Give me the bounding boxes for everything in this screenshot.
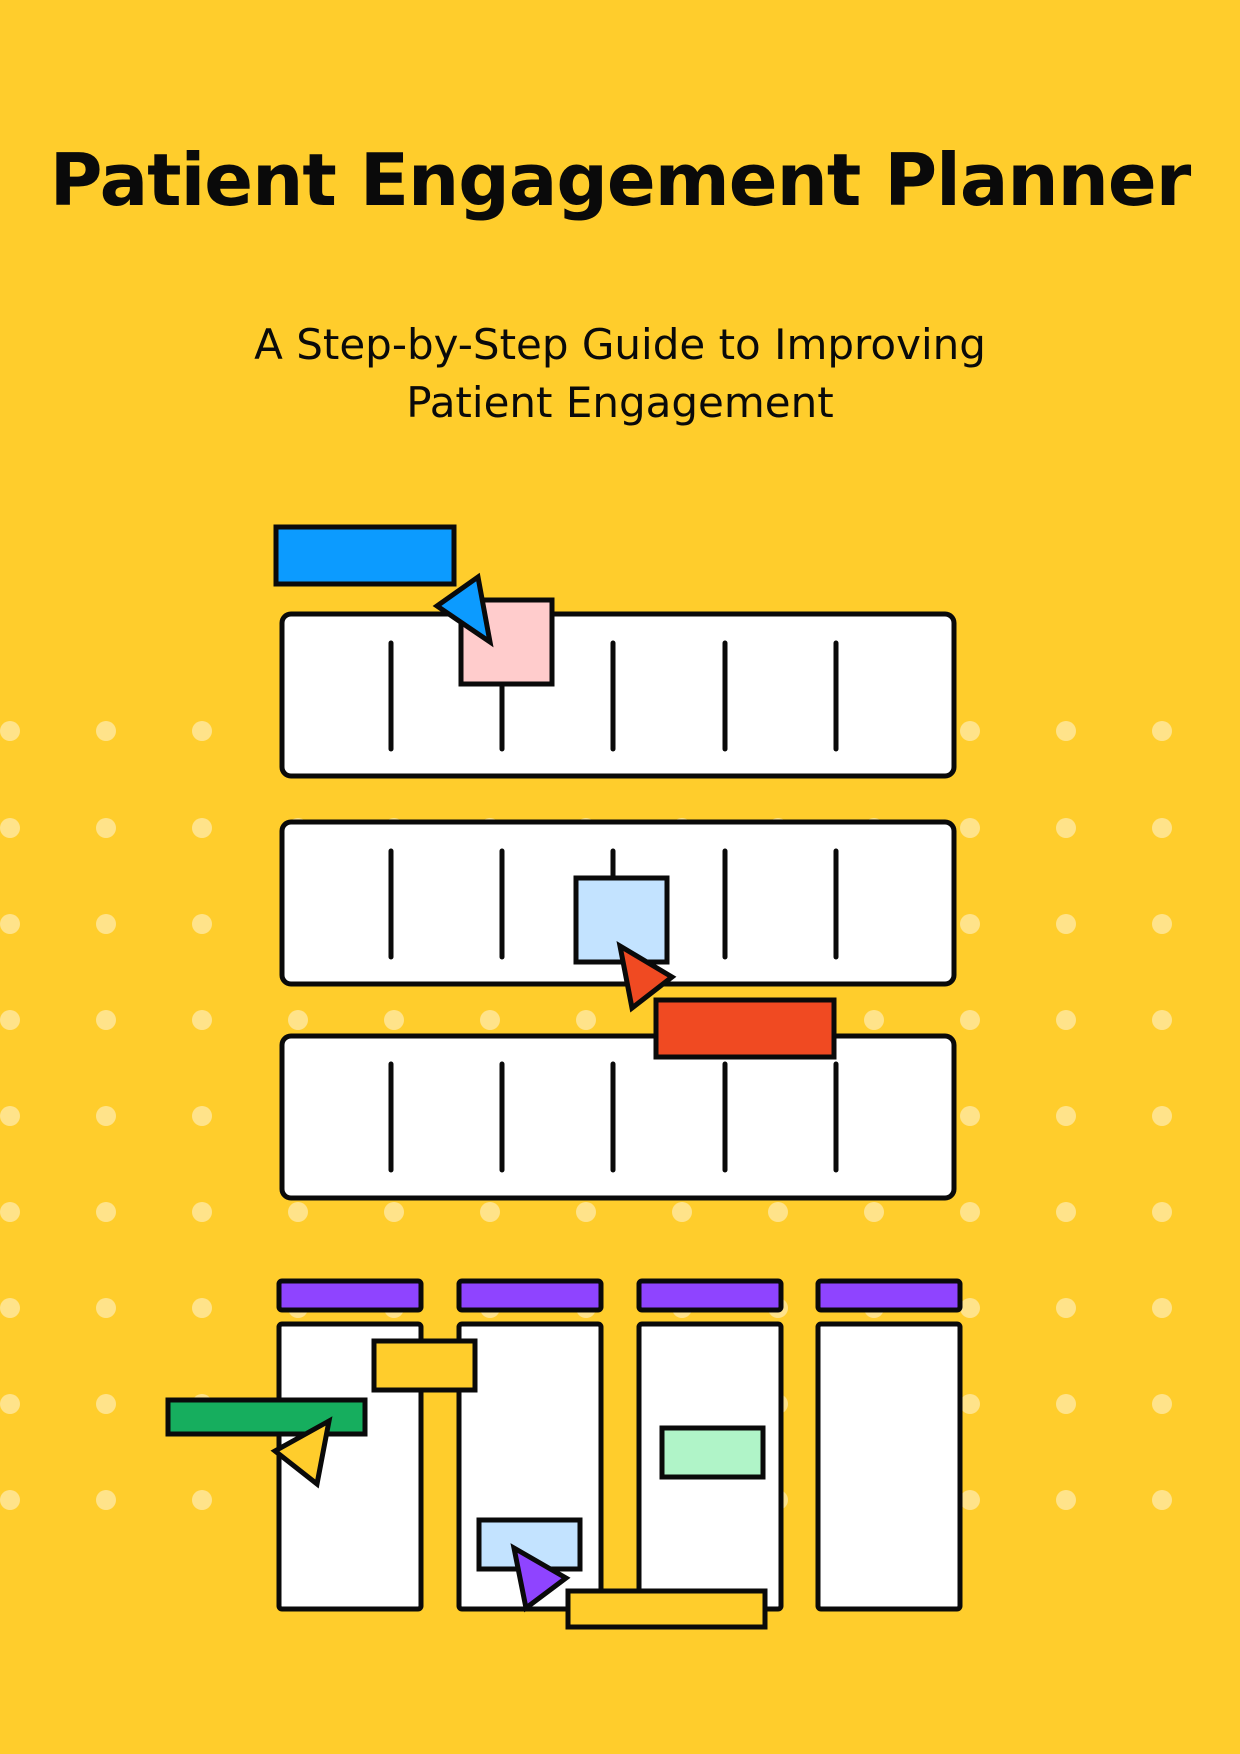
- decorative-dot: [1056, 1394, 1076, 1414]
- planner-illustration: [0, 524, 1172, 1630]
- page-subtitle: A Step-by-Step Guide to Improving Patien…: [0, 316, 1240, 432]
- decorative-dot: [1056, 1010, 1076, 1030]
- blue-bar: [273, 524, 457, 587]
- decorative-dot: [0, 1490, 20, 1510]
- decorative-dot: [1056, 1202, 1076, 1222]
- green-bar: [165, 1397, 368, 1437]
- decorative-dot: [960, 818, 980, 838]
- kanban-column-header-2: [456, 1278, 604, 1313]
- decorative-dot: [960, 1202, 980, 1222]
- red-bar: [653, 997, 837, 1060]
- yellow-bar: [565, 1588, 768, 1630]
- decorative-dot: [0, 818, 20, 838]
- decorative-dot: [960, 721, 980, 741]
- decorative-dot: [1056, 721, 1076, 741]
- decorative-dot: [960, 1010, 980, 1030]
- decorative-dot: [96, 1394, 116, 1414]
- kanban-board: [276, 1278, 963, 1612]
- decorative-dot: [0, 1298, 20, 1318]
- decorative-dot: [288, 1202, 308, 1222]
- decorative-dot: [0, 914, 20, 934]
- decorative-dot: [96, 1106, 116, 1126]
- decorative-dot: [960, 1106, 980, 1126]
- decorative-dot: [192, 818, 212, 838]
- decorative-dot: [864, 1010, 884, 1030]
- decorative-dot: [0, 1010, 20, 1030]
- decorative-dot: [96, 721, 116, 741]
- subtitle-line-2: Patient Engagement: [406, 378, 834, 427]
- decorative-dot: [1152, 721, 1172, 741]
- page-title: Patient Engagement Planner: [49, 138, 1192, 222]
- timeline-panel-3: [279, 1033, 957, 1201]
- decorative-dot: [1152, 914, 1172, 934]
- kanban-column-header-4: [815, 1278, 963, 1313]
- decorative-dot: [0, 721, 20, 741]
- decorative-dot: [192, 1106, 212, 1126]
- mint-card: [659, 1425, 766, 1480]
- decorative-dot: [1152, 1490, 1172, 1510]
- decorative-dot: [576, 1202, 596, 1222]
- decorative-dot: [96, 1010, 116, 1030]
- decorative-dot: [1152, 1106, 1172, 1126]
- decorative-dot: [192, 721, 212, 741]
- decorative-dot: [192, 1202, 212, 1222]
- decorative-dot: [960, 914, 980, 934]
- decorative-dot: [192, 1298, 212, 1318]
- decorative-dot: [1056, 818, 1076, 838]
- decorative-dot: [864, 1202, 884, 1222]
- decorative-dot: [960, 1490, 980, 1510]
- decorative-dot: [1056, 914, 1076, 934]
- decorative-dot: [96, 1202, 116, 1222]
- decorative-dot: [0, 1106, 20, 1126]
- decorative-dot: [960, 1394, 980, 1414]
- decorative-dot: [96, 818, 116, 838]
- decorative-dot: [1152, 1010, 1172, 1030]
- kanban-column-header-3: [636, 1278, 784, 1313]
- subtitle-line-1: A Step-by-Step Guide to Improving: [254, 320, 986, 369]
- decorative-dot: [1152, 1202, 1172, 1222]
- decorative-dot: [384, 1202, 404, 1222]
- decorative-dot: [1056, 1106, 1076, 1126]
- decorative-dot: [1152, 1394, 1172, 1414]
- kanban-column-4: [815, 1321, 963, 1612]
- decorative-dot: [192, 1490, 212, 1510]
- decorative-dot: [0, 1394, 20, 1414]
- decorative-dot: [96, 914, 116, 934]
- timeline-panel-1: [279, 611, 957, 779]
- decorative-dot: [192, 1010, 212, 1030]
- decorative-dot: [384, 1010, 404, 1030]
- decorative-dot: [576, 1010, 596, 1030]
- decorative-dot: [480, 1010, 500, 1030]
- decorative-dot: [96, 1490, 116, 1510]
- decorative-dot: [768, 1202, 788, 1222]
- decorative-dot: [96, 1298, 116, 1318]
- decorative-dot: [1152, 818, 1172, 838]
- decorative-dot: [960, 1298, 980, 1318]
- decorative-dot: [1056, 1298, 1076, 1318]
- decorative-dot: [1056, 1490, 1076, 1510]
- decorative-dot: [288, 1010, 308, 1030]
- decorative-dot: [1152, 1298, 1172, 1318]
- decorative-dot: [0, 1202, 20, 1222]
- kanban-column-header-1: [276, 1278, 424, 1313]
- yellow-card: [371, 1338, 478, 1393]
- planner-cover: Patient Engagement Planner A Step-by-Ste…: [0, 0, 1240, 1754]
- decorative-dot: [480, 1202, 500, 1222]
- decorative-dot: [672, 1202, 692, 1222]
- decorative-dot: [192, 914, 212, 934]
